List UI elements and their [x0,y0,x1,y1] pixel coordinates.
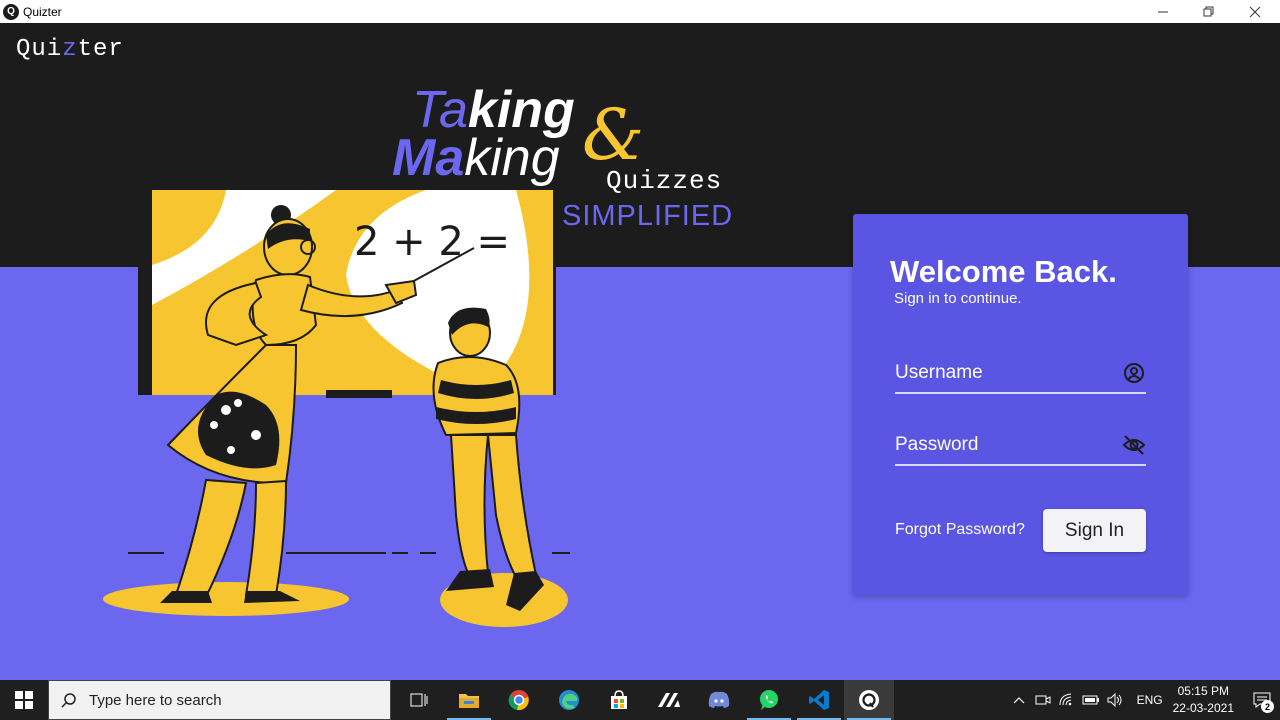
username-placeholder: Username [895,362,983,383]
quizter-app-icon: Q [3,3,19,20]
login-card: Welcome Back. Sign in to continue. Usern… [853,214,1188,595]
taskbar-store[interactable] [594,680,644,720]
chrome-icon [508,690,529,711]
welcome-heading: Welcome Back. [890,254,1117,289]
taskbar-quizter[interactable] [844,680,894,720]
teacher-illustration: 2 + 2 = [103,190,570,627]
eye-off-icon[interactable] [1122,433,1146,457]
welcome-subtitle: Sign in to continue. [894,290,1022,307]
folder-icon [459,694,479,708]
taskbar-search[interactable]: Type here to search [48,680,391,720]
whatsapp-icon [760,690,778,710]
wifi-icon[interactable] [1055,680,1079,720]
windows-icon [15,691,33,709]
hero-making: Making [392,129,560,187]
restore-icon [1203,6,1214,16]
taskbar-chrome[interactable] [494,680,544,720]
taskbar-whatsapp[interactable] [744,680,794,720]
app-a-icon [658,693,680,707]
taskbar-app-a[interactable] [644,680,694,720]
close-icon [1249,6,1261,17]
username-field[interactable]: Username [895,354,1146,394]
clock-time: 05:15 PM [1177,684,1229,698]
volume-icon[interactable] [1103,680,1127,720]
password-field[interactable]: Password [895,426,1146,466]
taskbar-file-explorer[interactable] [444,680,494,720]
vscode-icon [809,690,829,710]
discord-icon [708,691,730,708]
whiteboard-equation: 2 + 2 = [354,219,510,265]
store-icon [611,690,627,709]
minimize-icon [1158,11,1168,12]
taskbar-discord[interactable] [694,680,744,720]
hero-simplified: SIMPLIFIED [562,200,734,232]
battery-icon[interactable] [1079,680,1103,720]
clock-date: 22-03-2021 [1172,701,1234,715]
start-button[interactable] [0,680,48,720]
system-tray: ENG 05:15 PM 22-03-2021 2 [1007,680,1280,720]
restore-button[interactable] [1186,0,1232,23]
window-title: Quizter [23,4,62,19]
close-button[interactable] [1232,0,1278,23]
forgot-password-link[interactable]: Forgot Password? [895,521,1025,539]
user-circle-icon [1122,361,1146,385]
sign-in-button[interactable]: Sign In [1043,509,1146,552]
action-center-button[interactable]: 2 [1244,680,1280,720]
show-hidden-icons-button[interactable] [1007,680,1031,720]
language-indicator[interactable]: ENG [1137,693,1163,707]
taskbar: Type here to search ENG 05:15 PM 22-03-2… [0,680,1280,720]
window-titlebar: Q Quizter [0,0,1280,23]
search-icon [61,693,76,708]
search-placeholder: Type here to search [89,691,222,709]
minimize-button[interactable] [1140,0,1186,23]
hero-ampersand: & [582,94,645,176]
edge-icon [559,690,579,710]
taskbar-vscode[interactable] [794,680,844,720]
taskbar-edge[interactable] [544,680,594,720]
meet-now-icon[interactable] [1031,680,1055,720]
task-view-button[interactable] [394,680,444,720]
hero-quizzes: Quizzes [606,166,723,196]
clock[interactable]: 05:15 PM 22-03-2021 [1173,683,1234,717]
brand-logo: Quizter [16,36,124,63]
notification-badge: 2 [1261,700,1274,713]
password-placeholder: Password [895,434,979,455]
quizter-icon [859,690,879,710]
task-view-icon [410,693,428,707]
chevron-up-icon [1013,697,1025,704]
